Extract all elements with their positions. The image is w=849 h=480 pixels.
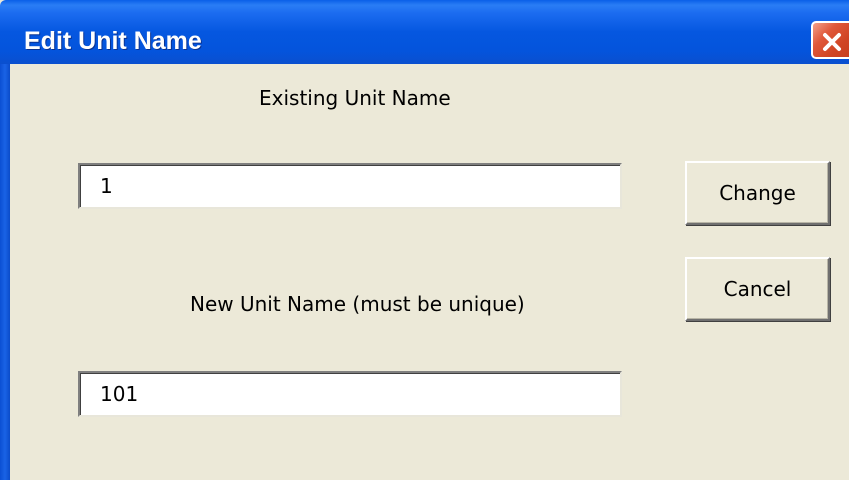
window-title: Edit Unit Name xyxy=(24,27,202,55)
change-button[interactable]: Change xyxy=(685,161,830,225)
cancel-button[interactable]: Cancel xyxy=(685,257,830,321)
existing-unit-name-field-frame xyxy=(78,163,622,209)
new-unit-name-field-frame xyxy=(78,371,622,417)
existing-unit-name-label: Existing Unit Name xyxy=(259,86,451,110)
close-button[interactable] xyxy=(811,21,849,59)
existing-unit-name-field[interactable] xyxy=(80,165,620,207)
edit-unit-name-dialog: Edit Unit Name Existing Unit Name New Un… xyxy=(0,0,849,480)
new-unit-name-field[interactable] xyxy=(80,373,620,415)
title-bar[interactable]: Edit Unit Name xyxy=(0,0,849,64)
close-icon xyxy=(823,33,841,51)
window-frame-left xyxy=(0,64,10,480)
new-unit-name-label: New Unit Name (must be unique) xyxy=(190,292,525,316)
